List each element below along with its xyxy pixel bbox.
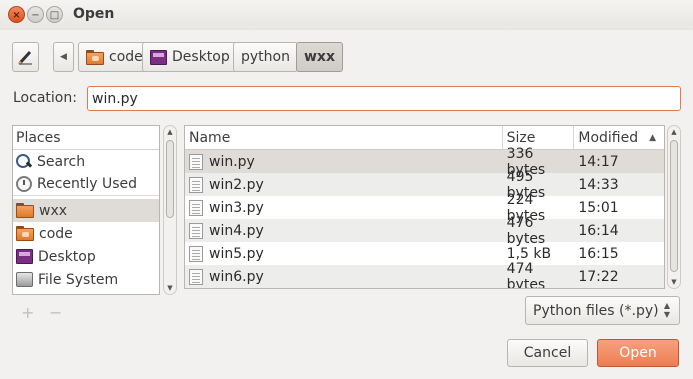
column-header-modified[interactable]: Modified ▲ (574, 126, 664, 149)
places-scrollbar[interactable]: ▲ ▼ (163, 125, 177, 295)
python-file-icon (189, 199, 203, 216)
file-list-scrollbar[interactable]: ▲ ▼ (667, 125, 681, 289)
location-label: Location: (13, 90, 77, 106)
folder-icon (86, 49, 104, 65)
file-modified: 16:15 (578, 245, 619, 262)
place-item-desktop[interactable]: Desktop (13, 245, 159, 268)
python-file-icon (189, 268, 203, 285)
cancel-button[interactable]: Cancel (507, 339, 588, 367)
drive-icon (16, 272, 33, 287)
remove-bookmark-button[interactable]: − (49, 303, 62, 322)
breadcrumb-desktop[interactable]: Desktop (142, 42, 238, 72)
python-file-icon (189, 222, 203, 239)
title-bar: × − □ Open (0, 0, 693, 30)
place-item-recently-used[interactable]: Recently Used (13, 173, 159, 196)
place-label: Desktop (38, 248, 96, 265)
place-item-search[interactable]: Search (13, 150, 159, 173)
place-label: Search (37, 153, 86, 170)
file-modified: 15:01 (578, 199, 619, 216)
file-modified: 16:14 (578, 222, 619, 239)
file-list-header: Name Size Modified ▲ (185, 126, 664, 150)
add-bookmark-button[interactable]: + (21, 303, 34, 322)
file-modified: 14:33 (578, 176, 619, 193)
file-name: win4.py (209, 222, 264, 239)
breadcrumb-label: wxx (304, 49, 335, 65)
file-row[interactable]: win2.py 495 bytes 14:33 (185, 169, 664, 201)
type-location-button[interactable] (12, 42, 39, 72)
open-button[interactable]: Open (597, 339, 679, 367)
column-header-name[interactable]: Name (185, 126, 503, 149)
place-item-file-system[interactable]: File System (13, 268, 159, 291)
combo-arrows-icon: ▲ ▼ (663, 301, 670, 319)
file-size: 476 bytes (506, 214, 546, 247)
file-row[interactable]: win.py 336 bytes 14:17 (185, 146, 664, 178)
place-item-code[interactable]: code (13, 222, 159, 245)
pencil-icon (17, 50, 32, 66)
scroll-up-icon[interactable]: ▲ (669, 128, 679, 136)
place-label: code (39, 225, 73, 242)
file-row[interactable]: win6.py 474 bytes 17:22 (185, 261, 664, 288)
file-name: win2.py (209, 176, 264, 193)
file-type-filter[interactable]: Python files (*.py) ▲ ▼ (525, 296, 680, 325)
clock-icon (16, 176, 32, 192)
breadcrumb-label: Desktop (172, 49, 230, 65)
scroll-up-icon[interactable]: ▲ (165, 128, 175, 136)
minimize-window-button[interactable]: − (27, 6, 44, 23)
file-row[interactable]: win5.py 1,5 kB 16:15 (185, 242, 664, 265)
folder-icon (16, 226, 34, 241)
file-name: win5.py (209, 245, 264, 262)
desktop-icon (150, 49, 167, 65)
places-scroll-thumb[interactable] (166, 140, 174, 218)
file-modified: 14:17 (578, 153, 619, 170)
breadcrumb-wxx[interactable]: wxx (296, 42, 343, 72)
file-size: 474 bytes (506, 260, 546, 289)
breadcrumb-python[interactable]: python (233, 42, 298, 72)
places-sidebar: Places Search Recently Used wxx code Des… (12, 125, 160, 295)
breadcrumb-code[interactable]: code (78, 42, 151, 72)
file-row[interactable]: win4.py 476 bytes 16:14 (185, 215, 664, 247)
scroll-down-icon[interactable]: ▼ (669, 278, 679, 286)
python-file-icon (189, 153, 203, 170)
folder-icon (16, 203, 34, 218)
column-header-size[interactable]: Size (503, 126, 575, 149)
file-name: win3.py (209, 199, 264, 216)
maximize-window-button[interactable]: □ (46, 6, 63, 23)
location-input[interactable] (87, 86, 681, 111)
file-size: 1,5 kB (506, 245, 552, 262)
file-type-filter-value: Python files (*.py) (533, 302, 659, 319)
breadcrumb-label: python (241, 49, 290, 65)
file-row[interactable]: win3.py 224 bytes 15:01 (185, 192, 664, 224)
place-label: wxx (39, 202, 68, 219)
place-label: File System (38, 271, 119, 288)
desktop-icon (16, 249, 33, 264)
breadcrumb-label: code (109, 49, 143, 65)
window-title: Open (73, 6, 115, 22)
place-item-wxx[interactable]: wxx (13, 199, 159, 222)
file-name: win6.py (209, 268, 264, 285)
search-icon (16, 153, 32, 170)
file-modified: 17:22 (578, 268, 619, 285)
python-file-icon (189, 245, 203, 262)
sort-ascending-icon: ▲ (649, 133, 656, 143)
scroll-down-icon[interactable]: ▼ (165, 284, 175, 292)
chevron-left-icon: ◀ (60, 52, 67, 62)
file-list-scroll-thumb[interactable] (670, 140, 678, 272)
file-name: win.py (209, 153, 255, 170)
column-header-label: Modified (578, 130, 639, 146)
place-label: Recently Used (37, 176, 138, 192)
python-file-icon (189, 176, 203, 193)
close-window-button[interactable]: × (8, 6, 25, 23)
pathbar-scroll-left-button[interactable]: ◀ (53, 42, 74, 72)
file-list: Name Size Modified ▲ win.py 336 bytes 14… (184, 125, 665, 289)
places-header[interactable]: Places (13, 126, 159, 150)
